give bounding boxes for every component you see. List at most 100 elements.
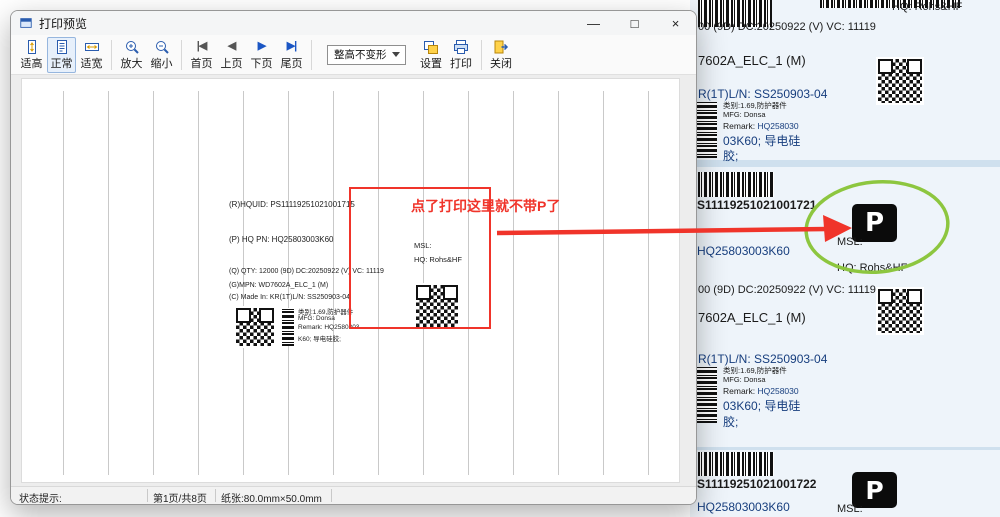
exit-icon bbox=[493, 38, 509, 55]
settings-icon bbox=[423, 38, 439, 55]
maximize-button[interactable]: □ bbox=[614, 11, 655, 35]
fit-width-label: 适宽 bbox=[81, 55, 103, 71]
label-software-background: HQ: Rohs&HF 00 (9D) DC:20250922 (V) VC: … bbox=[690, 0, 1000, 517]
toolbar-separator bbox=[181, 40, 182, 70]
settings-button[interactable]: 设置 bbox=[417, 37, 446, 73]
toolbar-separator bbox=[111, 40, 112, 70]
last-page-button[interactable]: ▶| 尾页 bbox=[277, 37, 306, 73]
print-button[interactable]: 打印 bbox=[447, 37, 476, 73]
screen: HQ: Rohs&HF 00 (9D) DC:20250922 (V) VC: … bbox=[0, 0, 1000, 517]
label-text-serial: S11119251021001721 bbox=[697, 198, 816, 212]
next-page-button[interactable]: ▶ 下页 bbox=[247, 37, 276, 73]
pv-remark-wrap: K60; 导电硅胶; bbox=[298, 333, 341, 343]
close-preview-button[interactable]: 关闭 bbox=[487, 37, 516, 73]
next-page-icon: ▶ bbox=[258, 38, 265, 55]
label-text-pn: HQ25803003K60 bbox=[697, 500, 790, 514]
label-text-mfg: MFG: Donsa bbox=[723, 375, 766, 384]
pv-hquid: (R)HQUID: PS11119251021001715 bbox=[229, 200, 355, 209]
window-icon bbox=[19, 16, 33, 30]
label-text-lot: R(1T)L/N: SS250903-04 bbox=[698, 352, 827, 366]
fit-height-label: 适高 bbox=[21, 55, 43, 71]
minimize-button[interactable]: — bbox=[573, 11, 614, 35]
label-text-mpn: 7602A_ELC_1 (M) bbox=[698, 53, 806, 68]
p-letter: P bbox=[865, 208, 884, 238]
label-text-msl: MSL: bbox=[837, 503, 863, 515]
pv-mfg: MFG: Donsa bbox=[298, 315, 335, 322]
label-text-remark: Remark: HQ258030 bbox=[723, 121, 799, 131]
prev-page-label: 上页 bbox=[221, 55, 243, 71]
fit-height-button[interactable]: 适高 bbox=[17, 37, 46, 73]
prev-page-icon: ◀ bbox=[228, 38, 235, 55]
preview-area: (R)HQUID: PS11119251021001715 (P) HQ PN:… bbox=[11, 75, 696, 486]
remark-value: HQ258030 bbox=[758, 386, 799, 396]
zoom-out-button[interactable]: 缩小 bbox=[147, 37, 176, 73]
toolbar-separator bbox=[481, 40, 482, 70]
remark-value: HQ258030 bbox=[758, 121, 799, 131]
statusbar-separator bbox=[147, 489, 148, 502]
label-text-remark-wrap2: 胶; bbox=[723, 147, 738, 164]
label-text-mpn: 7602A_ELC_1 (M) bbox=[698, 310, 806, 325]
first-page-icon: |◀ bbox=[197, 38, 207, 55]
first-page-button[interactable]: |◀ 首页 bbox=[187, 37, 216, 73]
statusbar: 状态提示: 第1页/共8页 纸张:80.0mm×50.0mm bbox=[11, 486, 696, 504]
chevron-down-icon bbox=[392, 52, 400, 57]
annotation-text: 点了打印这里就不带P了 bbox=[411, 196, 560, 216]
zoom-out-icon bbox=[154, 38, 170, 55]
statusbar-separator bbox=[215, 489, 216, 502]
next-page-label: 下页 bbox=[251, 55, 273, 71]
barcode-vertical bbox=[697, 367, 717, 423]
remark-label: Remark: bbox=[723, 386, 755, 396]
statusbar-separator bbox=[331, 489, 332, 502]
label-text-remark: Remark: HQ258030 bbox=[723, 386, 799, 396]
scale-mode-value: 整高不变形 bbox=[334, 47, 387, 62]
window-controls: — □ × bbox=[573, 11, 696, 35]
last-page-label: 尾页 bbox=[281, 55, 303, 71]
fit-width-button[interactable]: 适宽 bbox=[77, 37, 106, 73]
settings-label: 设置 bbox=[420, 55, 442, 71]
fit-width-icon bbox=[84, 38, 100, 55]
normal-view-button[interactable]: 正常 bbox=[47, 37, 76, 73]
label-text-pn: HQ25803003K60 bbox=[697, 244, 790, 258]
zoom-in-icon bbox=[124, 38, 140, 55]
fit-normal-icon bbox=[54, 38, 70, 55]
paper-size-indicator: 纸张:80.0mm×50.0mm bbox=[221, 490, 322, 505]
normal-view-label: 正常 bbox=[51, 55, 73, 71]
zoom-in-button[interactable]: 放大 bbox=[117, 37, 146, 73]
titlebar: 打印预览 — □ × bbox=[11, 11, 696, 35]
label-text-rohs: HQ: Rohs&HF bbox=[892, 1, 962, 13]
label-text-serial: S11119251021001722 bbox=[697, 477, 816, 491]
label-text-mfg: MFG: Donsa bbox=[723, 110, 766, 119]
pv-hq-pn: (P) HQ PN: HQ25803003K60 bbox=[229, 235, 334, 244]
printer-icon bbox=[453, 38, 469, 55]
barcode-vertical bbox=[697, 102, 717, 158]
label-text-remark-wrap1: 03K60; 导电硅 bbox=[723, 397, 800, 414]
pv-made-in: (C) Made In: KR(1T)L/N: SS250903-04 bbox=[229, 294, 350, 301]
prev-page-button[interactable]: ◀ 上页 bbox=[217, 37, 246, 73]
qr-code bbox=[876, 57, 924, 105]
label-text-remark-wrap2: 胶; bbox=[723, 413, 738, 430]
close-button[interactable]: × bbox=[655, 11, 696, 35]
first-page-label: 首页 bbox=[191, 55, 213, 71]
close-preview-label: 关闭 bbox=[490, 55, 512, 71]
print-preview-window: 打印预览 — □ × 适高 正常 适宽 放大 bbox=[10, 10, 697, 505]
label-text-msl: MSL: bbox=[837, 236, 863, 248]
remark-label: Remark: bbox=[723, 121, 755, 131]
last-page-icon: ▶| bbox=[287, 38, 297, 55]
zoom-out-label: 缩小 bbox=[151, 55, 173, 71]
label-text-qty: 00 (9D) DC:20250922 (V) VC: 11119 bbox=[698, 284, 876, 296]
scale-mode-dropdown[interactable]: 整高不变形 bbox=[327, 45, 406, 65]
barcode-vertical bbox=[282, 308, 294, 346]
zoom-in-label: 放大 bbox=[121, 55, 143, 71]
barcode bbox=[698, 172, 774, 197]
print-label: 打印 bbox=[450, 55, 472, 71]
label-text-rohs: HQ: Rohs&HF bbox=[837, 262, 907, 274]
toolbar: 适高 正常 适宽 放大 缩小 |◀ 首页 bbox=[11, 35, 696, 75]
window-title: 打印预览 bbox=[39, 15, 87, 32]
p-letter: P bbox=[865, 476, 883, 505]
page-indicator: 第1页/共8页 bbox=[153, 490, 207, 505]
label-text-qty: 00 (9D) DC:20250922 (V) VC: 11119 bbox=[698, 21, 876, 33]
qr-code bbox=[234, 306, 276, 348]
fit-height-icon bbox=[24, 38, 40, 55]
qr-code bbox=[876, 287, 924, 335]
barcode bbox=[698, 452, 774, 476]
